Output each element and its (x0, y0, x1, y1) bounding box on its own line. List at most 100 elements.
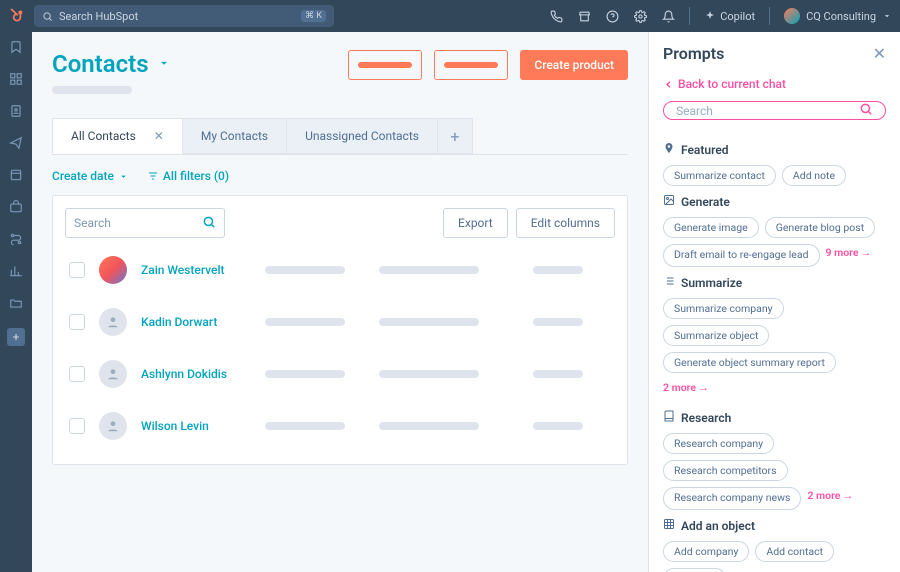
page-title: Contacts (52, 50, 149, 78)
panel-title: Prompts (663, 44, 724, 63)
prompt-chip[interactable]: Summarize company (663, 298, 784, 319)
prompt-chip[interactable]: Research company news (663, 487, 801, 510)
panel-close-icon[interactable]: ✕ (873, 44, 886, 63)
list-icon (663, 275, 675, 290)
prompt-chip[interactable]: Summarize object (663, 325, 769, 346)
tab-my-contacts[interactable]: My Contacts (182, 118, 287, 154)
panel-search[interactable]: Search (663, 101, 886, 120)
filter-create-date[interactable]: Create date (52, 169, 129, 183)
nav-content-icon[interactable] (9, 168, 23, 182)
table-row[interactable]: Zain Westervelt (65, 244, 615, 296)
table-row[interactable]: Ashlynn Dokidis (65, 348, 615, 400)
prompt-chip[interactable]: Add company (663, 541, 749, 562)
prompt-chip[interactable]: Research company (663, 433, 774, 454)
cell-placeholder (265, 266, 345, 274)
contact-name[interactable]: Zain Westervelt (141, 263, 251, 277)
cell-placeholder (379, 266, 479, 274)
cell-placeholder (533, 318, 583, 326)
row-checkbox[interactable] (69, 418, 85, 434)
contact-name[interactable]: Wilson Levin (141, 419, 251, 433)
tab-add-button[interactable]: + (437, 118, 473, 154)
cell-placeholder (379, 422, 479, 430)
more-link[interactable]: 2 more → (807, 489, 853, 502)
tab-all-contacts[interactable]: All Contacts ✕ (52, 118, 183, 154)
prompt-chip[interactable]: Draft email to re-engage lead (663, 244, 820, 267)
row-checkbox[interactable] (69, 366, 85, 382)
help-icon[interactable] (605, 9, 619, 23)
edit-columns-button[interactable]: Edit columns (516, 208, 615, 238)
nav-library-icon[interactable] (9, 296, 23, 310)
workspace-switcher[interactable]: CQ Consulting (784, 8, 892, 24)
panel-search-placeholder: Search (676, 104, 713, 118)
table-search-placeholder: Search (74, 216, 111, 230)
export-button[interactable]: Export (443, 208, 508, 238)
contact-name[interactable]: Kadin Dorwart (141, 315, 251, 329)
section-generate: Generate (663, 194, 886, 209)
workspace-name: CQ Consulting (806, 10, 876, 23)
global-search[interactable]: Search HubSpot ⌘ K (34, 5, 334, 27)
tab-unassigned-contacts[interactable]: Unassigned Contacts (286, 118, 438, 154)
row-checkbox[interactable] (69, 262, 85, 278)
notifications-icon[interactable] (661, 9, 675, 23)
contacts-table: Search Export Edit columns Zain Westerve… (52, 195, 628, 465)
table-row[interactable]: Wilson Levin (65, 400, 615, 452)
contact-name[interactable]: Ashlynn Dokidis (141, 367, 251, 381)
prompt-chip[interactable]: Summarize contact (663, 165, 776, 186)
prompt-chip[interactable]: Add contact (755, 541, 834, 562)
nav-add-button[interactable]: + (7, 328, 25, 346)
contact-avatar (99, 412, 127, 440)
cell-placeholder (533, 266, 583, 274)
marketplace-icon[interactable] (577, 9, 591, 23)
contact-avatar (99, 360, 127, 388)
nav-automation-icon[interactable] (9, 232, 23, 246)
tab-close-icon[interactable]: ✕ (154, 129, 164, 143)
prompt-chip[interactable]: Generate blog post (765, 217, 875, 238)
back-to-chat-link[interactable]: Back to current chat (663, 77, 886, 91)
main-content: Contacts Create product All Contacts ✕ M… (32, 32, 648, 572)
nav-commerce-icon[interactable] (9, 200, 23, 214)
nav-marketing-icon[interactable] (9, 136, 23, 150)
topbar-actions: Copilot CQ Consulting (549, 7, 892, 25)
contact-avatar (99, 308, 127, 336)
more-link[interactable]: 2 more → (663, 381, 709, 394)
copilot-button[interactable]: Copilot (704, 10, 755, 23)
phone-icon[interactable] (549, 9, 563, 23)
section-featured: Featured (663, 142, 886, 157)
search-icon (859, 102, 873, 119)
cell-placeholder (533, 422, 583, 430)
header-action-2[interactable] (434, 50, 508, 80)
section-summarize: Summarize (663, 275, 886, 290)
book-icon (663, 410, 675, 425)
more-link[interactable]: 9 more → (826, 246, 872, 259)
view-tabs: All Contacts ✕ My Contacts Unassigned Co… (52, 118, 628, 155)
sidenav: + (0, 32, 32, 572)
prompt-chip[interactable]: Generate object summary report (663, 352, 836, 373)
tab-label: My Contacts (201, 129, 268, 143)
nav-bookmark-icon[interactable] (9, 40, 23, 54)
table-search[interactable]: Search (65, 208, 225, 238)
nav-reporting-icon[interactable] (9, 264, 23, 278)
prompt-chip[interactable]: Add note (782, 165, 846, 186)
title-dropdown-icon[interactable] (157, 55, 171, 74)
filter-all[interactable]: All filters (0) (147, 169, 229, 183)
search-shortcut: ⌘ K (301, 10, 326, 22)
cell-placeholder (379, 318, 479, 326)
prompt-chip[interactable]: Research competitors (663, 460, 788, 481)
nav-grid-icon[interactable] (9, 72, 23, 86)
hubspot-logo-icon (8, 7, 26, 25)
prompt-chip[interactable]: Add deal (663, 568, 726, 572)
prompt-chip[interactable]: Generate image (663, 217, 759, 238)
workspace-avatar (784, 8, 800, 24)
global-search-placeholder: Search HubSpot (59, 10, 138, 23)
nav-contact-icon[interactable] (9, 104, 23, 118)
prompts-panel: Prompts ✕ Back to current chat Search Fe… (648, 32, 900, 572)
cell-placeholder (265, 422, 345, 430)
settings-icon[interactable] (633, 9, 647, 23)
cell-placeholder (533, 370, 583, 378)
row-checkbox[interactable] (69, 314, 85, 330)
search-icon (202, 215, 216, 232)
table-row[interactable]: Kadin Dorwart (65, 296, 615, 348)
header-action-1[interactable] (348, 50, 422, 80)
section-research: Research (663, 410, 886, 425)
create-product-button[interactable]: Create product (520, 50, 628, 80)
